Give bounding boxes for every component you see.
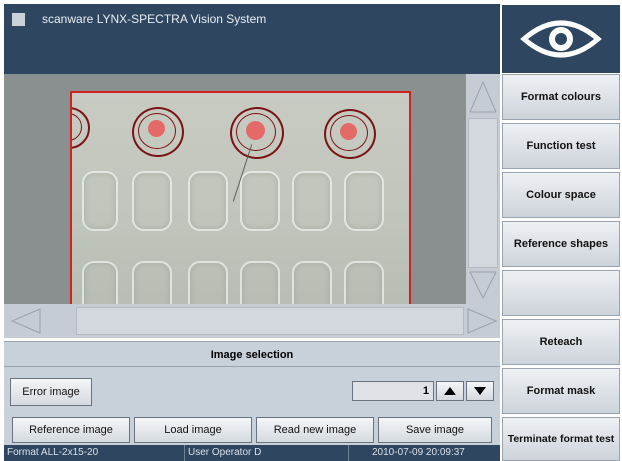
image-viewer[interactable] [4,74,466,304]
triangle-down-icon [474,387,486,395]
error-image-button[interactable]: Error image [10,378,92,406]
image-counter[interactable]: 1 [352,381,434,401]
format-colours-button[interactable]: Format colours [502,74,620,120]
terminate-format-test-button[interactable]: Terminate format test [502,417,620,461]
scroll-up-icon[interactable] [468,76,498,116]
logo [502,5,620,73]
user-status: User Operator D [188,447,262,458]
counter-down-button[interactable] [466,381,494,401]
format-status: Format ALL-2x15-20 [7,447,99,458]
scroll-down-icon[interactable] [468,270,498,302]
image-selection-header: Image selection [4,341,500,367]
scroll-right-icon[interactable] [466,307,500,335]
datetime-status: 2010-07-09 20:09:37 [372,447,465,458]
horizontal-scroll-track[interactable] [76,307,464,335]
horizontal-scrollbar[interactable] [4,304,500,338]
load-image-button[interactable]: Load image [134,417,252,443]
read-new-image-button[interactable]: Read new image [256,417,374,443]
vertical-scroll-track[interactable] [468,118,498,268]
header-band [4,34,500,74]
app-icon [12,13,25,26]
function-test-button[interactable]: Function test [502,123,620,169]
save-image-button[interactable]: Save image [378,417,492,443]
triangle-up-icon [444,387,456,395]
inspection-image [70,91,411,304]
vertical-scrollbar[interactable] [466,74,500,304]
reference-shapes-button[interactable]: Reference shapes [502,221,620,267]
status-bar: Format ALL-2x15-20 User Operator D 2010-… [4,445,500,461]
reteach-button[interactable]: Reteach [502,319,620,365]
title-bar: scanware LYNX-SPECTRA Vision System [4,4,500,34]
blank-sidebar-button[interactable] [502,270,620,316]
colour-space-button[interactable]: Colour space [502,172,620,218]
scroll-left-icon[interactable] [8,307,42,335]
counter-up-button[interactable] [436,381,464,401]
app-title: scanware LYNX-SPECTRA Vision System [42,12,267,26]
reference-image-button[interactable]: Reference image [12,417,130,443]
eye-icon [520,20,602,58]
format-mask-button[interactable]: Format mask [502,368,620,414]
